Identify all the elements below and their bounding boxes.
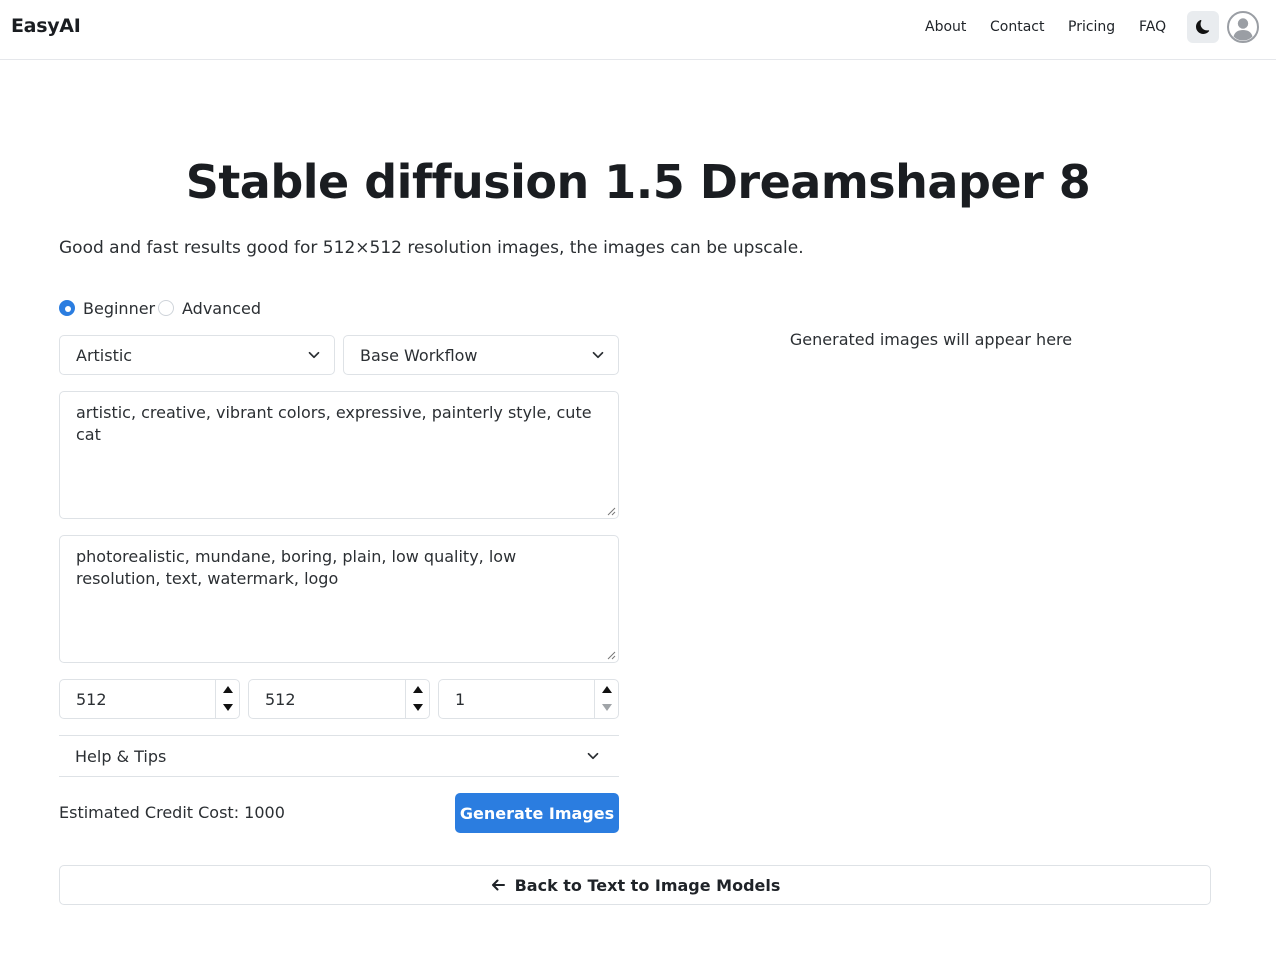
back-to-models-button[interactable]: Back to Text to Image Models — [59, 865, 1211, 905]
moon-icon — [1196, 20, 1210, 34]
height-stepper[interactable] — [405, 680, 429, 718]
count-stepper[interactable] — [594, 680, 618, 718]
credit-cost-label: Estimated Credit Cost: 1000 — [59, 803, 285, 822]
radio-advanced[interactable]: Advanced — [158, 297, 261, 319]
top-navbar: EasyAI About Contact Pricing FAQ — [0, 0, 1276, 60]
decrement-arrow-icon[interactable] — [223, 704, 233, 711]
negative-prompt-text: photorealistic, mundane, boring, plain, … — [76, 547, 517, 588]
width-input[interactable]: 512 — [59, 679, 240, 719]
style-select-value: Artistic — [76, 345, 133, 365]
radio-label-beginner: Beginner — [83, 298, 156, 318]
help-tips-accordion[interactable]: Help & Tips — [59, 735, 619, 777]
theme-toggle-button[interactable] — [1187, 11, 1219, 43]
back-label: Back to Text to Image Models — [514, 875, 781, 895]
nav-link-contact[interactable]: Contact — [990, 19, 1044, 35]
nav-link-about[interactable]: About — [925, 19, 966, 35]
increment-arrow-icon[interactable] — [223, 686, 233, 693]
radio-button-checked[interactable] — [59, 300, 75, 316]
positive-prompt-text: artistic, creative, vibrant colors, expr… — [76, 403, 592, 444]
height-value: 512 — [265, 689, 296, 709]
image-count-value: 1 — [455, 689, 466, 709]
generate-images-button[interactable]: Generate Images — [455, 793, 619, 833]
positive-prompt-textarea[interactable]: artistic, creative, vibrant colors, expr… — [59, 391, 619, 519]
page-title: Stable diffusion 1.5 Dreamshaper 8 — [185, 155, 1091, 209]
decrement-arrow-icon[interactable] — [602, 704, 612, 711]
chevron-down-icon — [308, 351, 320, 359]
help-tips-label: Help & Tips — [75, 746, 167, 766]
negative-prompt-textarea[interactable]: photorealistic, mundane, boring, plain, … — [59, 535, 619, 663]
style-select[interactable]: Artistic — [59, 335, 335, 375]
width-stepper[interactable] — [215, 680, 239, 718]
nav-link-pricing[interactable]: Pricing — [1068, 19, 1115, 35]
arrow-left-icon — [491, 879, 505, 891]
height-input[interactable]: 512 — [248, 679, 430, 719]
decrement-arrow-icon[interactable] — [413, 704, 423, 711]
resize-handle-icon[interactable] — [607, 507, 616, 516]
radio-label-advanced: Advanced — [182, 298, 262, 318]
width-value: 512 — [76, 689, 107, 709]
chevron-down-icon — [587, 752, 599, 760]
workflow-select[interactable]: Base Workflow — [343, 335, 619, 375]
increment-arrow-icon[interactable] — [413, 686, 423, 693]
nav-link-faq[interactable]: FAQ — [1139, 19, 1166, 35]
results-placeholder: Generated images will appear here — [789, 330, 1073, 349]
chevron-down-icon — [592, 351, 604, 359]
brand-logo[interactable]: EasyAI — [11, 15, 81, 37]
radio-beginner[interactable]: Beginner — [59, 297, 155, 319]
increment-arrow-icon[interactable] — [602, 686, 612, 693]
user-avatar-icon[interactable] — [1227, 11, 1259, 43]
model-description: Good and fast results good for 512×512 r… — [59, 238, 804, 258]
radio-button-unchecked[interactable] — [158, 300, 174, 316]
resize-handle-icon[interactable] — [607, 651, 616, 660]
image-count-input[interactable]: 1 — [438, 679, 619, 719]
workflow-select-value: Base Workflow — [360, 345, 478, 365]
